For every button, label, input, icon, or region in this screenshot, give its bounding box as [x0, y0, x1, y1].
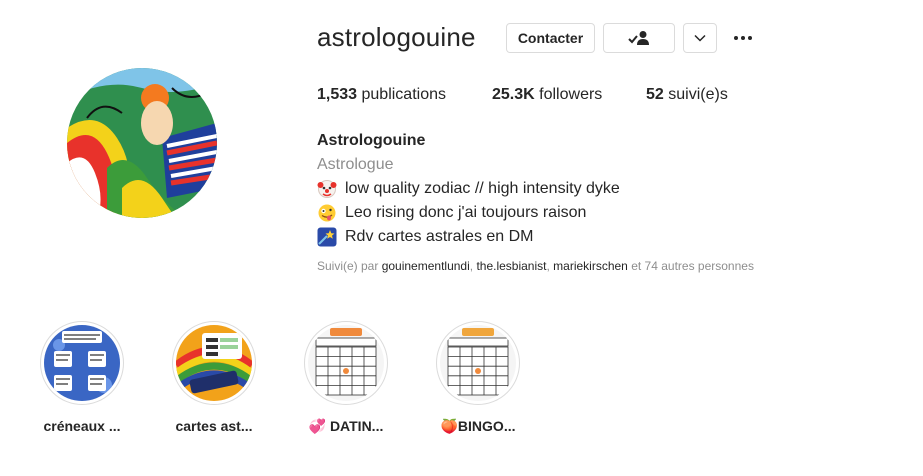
chevron-down-icon	[694, 34, 706, 42]
highlight-cover[interactable]	[40, 321, 124, 405]
highlight-label: 🍑BINGO...	[440, 418, 516, 434]
highlight-cover[interactable]	[172, 321, 256, 405]
clown-face-emoji-icon	[317, 180, 337, 198]
bio-line: Rdv cartes astrales en DM	[317, 225, 620, 249]
posts-count-label: publications	[361, 86, 447, 103]
profile-full-name: Astrologouine	[317, 132, 426, 149]
contact-button[interactable]: Contacter	[506, 23, 595, 53]
highlight-label: cartes ast...	[175, 418, 253, 434]
profile-avatar[interactable]	[67, 68, 217, 218]
bingo-card-thumbnail-icon	[440, 325, 516, 401]
following-count-label: suivi(e)s	[668, 86, 728, 103]
highlight-cover[interactable]	[436, 321, 520, 405]
following-button[interactable]	[603, 23, 675, 53]
story-highlight[interactable]: créneaux ...	[39, 321, 125, 434]
check-person-icon	[628, 31, 649, 45]
following-count-value: 52	[646, 86, 664, 103]
bio-line: Leo rising donc j'ai toujours raison	[317, 201, 620, 225]
followed-by-user[interactable]: gouinementlundi	[382, 259, 470, 273]
followers-link[interactable]: 25.3K followers	[492, 86, 602, 104]
story-highlight[interactable]: cartes ast...	[171, 321, 257, 434]
calendar-text-thumbnail-icon	[44, 325, 120, 401]
highlight-label: créneaux ...	[43, 418, 121, 434]
profile-bio: Astrologouine Astrologue low quality zod…	[317, 129, 620, 249]
bio-line-text: Rdv cartes astrales en DM	[345, 228, 534, 245]
profile-username: astrologouine	[317, 22, 476, 52]
followed-by-prefix: Suivi(e) par	[317, 259, 382, 273]
story-highlight[interactable]: 🍑BINGO...	[435, 321, 521, 434]
bio-line-text: Leo rising donc j'ai toujours raison	[345, 204, 587, 221]
following-link[interactable]: 52 suivi(e)s	[646, 86, 728, 104]
followed-by-suffix: et 74 autres personnes	[627, 259, 754, 273]
followed-by-user[interactable]: the.lesbianist	[476, 259, 546, 273]
zany-face-emoji-icon	[318, 204, 336, 222]
shooting-star-emoji-icon	[317, 227, 337, 247]
highlight-cover[interactable]	[304, 321, 388, 405]
contact-button-label: Contacter	[517, 30, 584, 46]
followers-count-label: followers	[539, 86, 603, 103]
rainbow-chart-thumbnail-icon	[176, 325, 252, 401]
posts-count-value: 1,533	[317, 86, 358, 103]
suggested-dropdown-button[interactable]	[683, 23, 717, 53]
more-options-icon[interactable]	[734, 36, 752, 40]
bio-line: low quality zodiac // high intensity dyk…	[317, 177, 620, 201]
bio-line-text: low quality zodiac // high intensity dyk…	[345, 180, 620, 197]
story-highlight[interactable]: 💞 DATIN...	[303, 321, 389, 434]
bingo-card-thumbnail-icon	[308, 325, 384, 401]
profile-category: Astrologue	[317, 156, 394, 173]
highlight-label: 💞 DATIN...	[308, 418, 384, 434]
followed-by-text[interactable]: Suivi(e) par gouinementlundi, the.lesbia…	[317, 259, 754, 273]
followed-by-user[interactable]: mariekirschen	[553, 259, 628, 273]
followers-count-value: 25.3K	[492, 86, 535, 103]
posts-count: 1,533 publications	[317, 86, 446, 104]
